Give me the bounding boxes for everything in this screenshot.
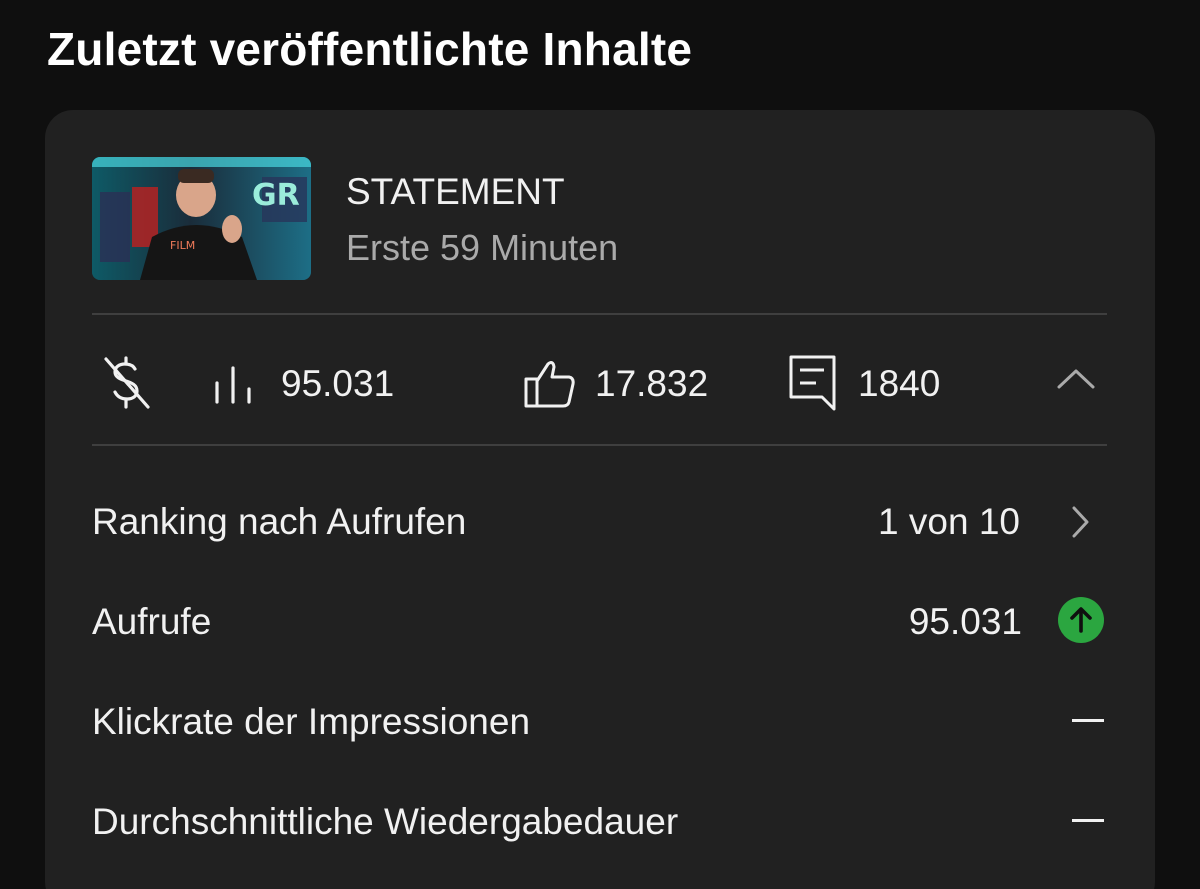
likes-count: 17.832 [595,363,709,404]
metric-value-empty [1072,719,1104,722]
section-title: Zuletzt veröffentlichte Inhalte [47,23,693,75]
comment-icon[interactable] [789,355,837,411]
views-count: 95.031 [281,363,395,404]
video-thumbnail[interactable]: GR FILM [92,157,311,280]
thumbnail-shirt-text: FILM [170,239,195,252]
divider [92,444,1107,446]
metric-value: 1 von 10 [878,501,1020,542]
video-subtitle: Erste 59 Minuten [346,227,619,268]
metric-value-empty [1072,819,1104,822]
metric-value: 95.031 [908,601,1022,642]
thumb-up-icon[interactable] [524,359,576,409]
monetization-off-icon[interactable] [102,355,152,411]
chevron-up-icon[interactable] [1049,359,1103,399]
metric-label: Ranking nach Aufrufen [92,501,467,542]
video-title[interactable]: STATEMENT [346,171,565,213]
chevron-right-icon[interactable] [1068,504,1092,540]
arrow-up-circle-icon [1058,597,1104,643]
metric-label: Durchschnittliche Wiedergabedauer [92,801,679,842]
bar-chart-icon [215,366,251,404]
metric-row-ctr[interactable]: Klickrate der Impressionen — [92,685,1107,755]
latest-content-card: GR FILM STATEMENT Erste 59 Minuten 95.03… [45,110,1155,889]
stats-row: 95.031 17.832 1840 [92,315,1107,445]
svg-text:GR: GR [252,178,300,213]
metric-row-views[interactable]: Aufrufe 95.031 [92,585,1107,655]
metric-label: Klickrate der Impressionen [92,701,531,742]
thumbnail-image: GR FILM [92,157,311,280]
analytics-page: Zuletzt veröffentlichte Inhalte GR FILM … [0,0,1200,889]
video-row[interactable]: GR FILM STATEMENT Erste 59 Minuten [92,157,1107,281]
metric-label: Aufrufe [92,601,212,642]
metric-row-ranking[interactable]: Ranking nach Aufrufen 1 von 10 [92,485,1107,555]
metric-row-avg-duration[interactable]: Durchschnittliche Wiedergabedauer — [92,785,1107,855]
comments-count: 1840 [858,363,941,404]
